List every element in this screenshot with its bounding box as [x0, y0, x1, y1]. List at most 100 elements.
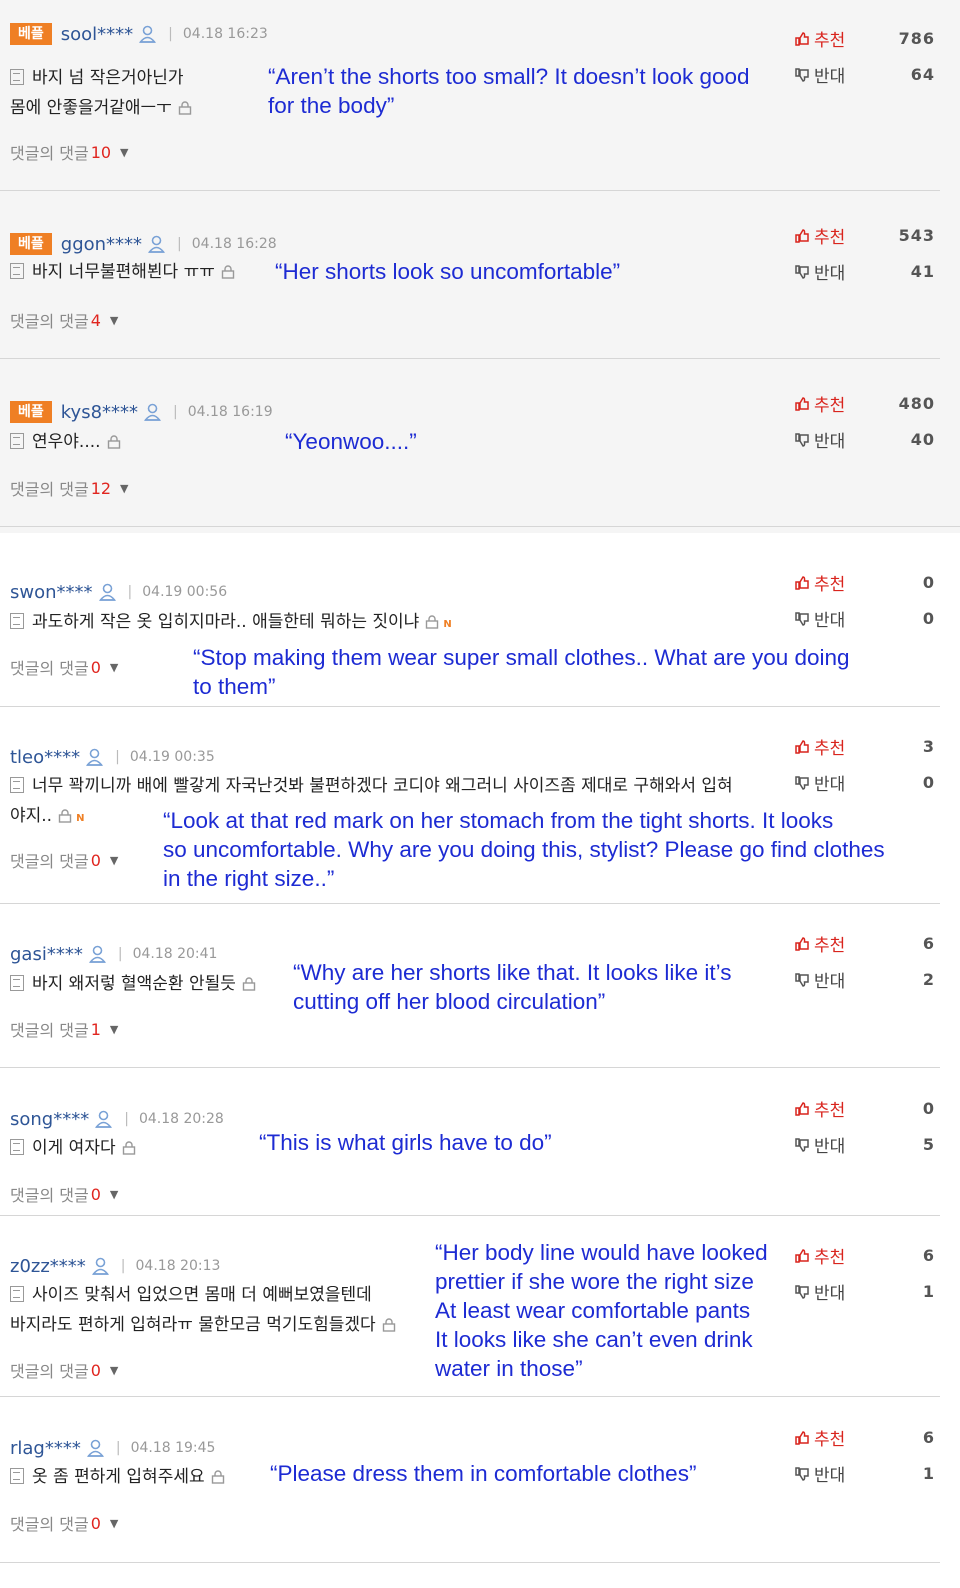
oppose-button[interactable]: 반대 1	[795, 1461, 935, 1486]
translation-line: water in those”	[435, 1356, 583, 1381]
replies-label: 댓글의 댓글	[10, 1515, 89, 1534]
translation-line: cutting off her blood circulation”	[293, 989, 606, 1014]
thumbs-down-icon	[795, 1284, 809, 1299]
username[interactable]: swon****	[10, 582, 93, 603]
recommend-count: 6	[922, 933, 935, 953]
oppose-button[interactable]: 반대 5	[795, 1132, 935, 1157]
replies-label: 댓글의 댓글	[10, 480, 89, 499]
report-icon[interactable]	[425, 609, 439, 629]
recommend-button[interactable]: 추천 6	[795, 1243, 935, 1268]
divider: |	[127, 584, 133, 600]
oppose-button[interactable]: 반대 64	[795, 62, 935, 87]
username[interactable]: rlag****	[10, 1438, 81, 1459]
comment-header: gasi**** | 04.18 20:41	[10, 942, 217, 966]
username[interactable]: z0zz****	[10, 1256, 86, 1277]
comment-text-line: 몸에 안좋을거같애ㅡㅜ	[10, 98, 172, 118]
thumbs-up-icon	[795, 396, 809, 411]
oppose-label: 반대	[814, 971, 846, 992]
report-icon[interactable]	[211, 1464, 225, 1484]
translation-text: “Aren’t the shorts too small? It doesn’t…	[268, 62, 750, 120]
oppose-label: 반대	[814, 774, 846, 795]
comment-divider	[0, 190, 940, 191]
recommend-label: 추천	[814, 1429, 846, 1450]
oppose-button[interactable]: 반대 1	[795, 1279, 935, 1304]
translation-text: “Look at that red mark on her stomach fr…	[163, 806, 885, 893]
comment-divider	[0, 1396, 940, 1397]
recommend-button[interactable]: 추천 3	[795, 734, 935, 759]
comment-text-line: 과도하게 작은 옷 입히지마라.. 애들한테 뭐하는 짓이냐	[32, 612, 420, 632]
recommend-button[interactable]: 추천 480	[795, 391, 935, 416]
oppose-button[interactable]: 반대 0	[795, 770, 935, 795]
user-profile-icon[interactable]	[143, 403, 162, 421]
replies-toggle[interactable]: 댓글의 댓글 1 ▼	[10, 1017, 118, 1041]
oppose-button[interactable]: 반대 41	[795, 259, 935, 284]
recommend-button[interactable]: 추천 6	[795, 1425, 935, 1450]
oppose-button[interactable]: 반대 0	[795, 606, 935, 631]
recommend-button[interactable]: 추천 786	[795, 26, 935, 51]
comment-text-line: 이게 여자다	[32, 1138, 116, 1158]
oppose-label: 반대	[814, 1136, 846, 1157]
replies-count: 0	[90, 1513, 101, 1533]
replies-toggle[interactable]: 댓글의 댓글 0 ▼	[10, 1358, 118, 1382]
oppose-count: 0	[922, 608, 935, 628]
replies-toggle[interactable]: 댓글의 댓글 0 ▼	[10, 1511, 118, 1535]
replies-count: 0	[90, 850, 101, 870]
user-profile-icon[interactable]	[98, 583, 116, 601]
oppose-button[interactable]: 반대 40	[795, 427, 935, 452]
report-icon[interactable]	[242, 971, 256, 991]
comment-text-line: 바지 왜저렇 혈액순환 안될듯	[32, 974, 236, 994]
comment-text-line: 연우야....	[32, 432, 101, 452]
comment-header: z0zz**** | 04.18 20:13	[10, 1254, 220, 1278]
username[interactable]: song****	[10, 1109, 89, 1130]
replies-count: 4	[90, 310, 101, 330]
user-profile-icon[interactable]	[139, 25, 157, 43]
report-icon[interactable]	[221, 259, 235, 279]
replies-toggle[interactable]: 댓글의 댓글 4 ▼	[10, 308, 118, 332]
chevron-down-icon: ▼	[109, 1363, 119, 1377]
comment-divider	[0, 1067, 940, 1068]
username[interactable]: kys8****	[61, 402, 138, 423]
comment-text: 과도하게 작은 옷 입히지마라.. 애들한테 뭐하는 짓이냐 N	[10, 607, 570, 640]
replies-toggle[interactable]: 댓글의 댓글 0 ▼	[10, 848, 118, 872]
report-icon[interactable]	[122, 1135, 136, 1155]
divider: |	[115, 1440, 121, 1456]
report-icon[interactable]	[107, 429, 121, 449]
recommend-button[interactable]: 추천 0	[795, 1096, 935, 1121]
username[interactable]: tleo****	[10, 747, 80, 768]
translation-text: “Stop making them wear super small cloth…	[193, 643, 850, 701]
recommend-button[interactable]: 추천 6	[795, 931, 935, 956]
user-profile-icon[interactable]	[88, 945, 106, 963]
chevron-down-icon: ▼	[109, 1022, 119, 1036]
comment-text-line: 바지 넘 작은거아닌가	[32, 68, 184, 88]
user-profile-icon[interactable]	[147, 235, 166, 253]
replies-toggle[interactable]: 댓글의 댓글 12 ▼	[10, 476, 129, 500]
comment-text-line: 옷 좀 편하게 입혀주세요	[32, 1467, 205, 1487]
replies-toggle[interactable]: 댓글의 댓글 0 ▼	[10, 1182, 118, 1206]
recommend-count: 0	[922, 1098, 935, 1118]
translation-text: “Yeonwoo....”	[285, 427, 417, 456]
replies-count: 1	[90, 1019, 101, 1039]
oppose-button[interactable]: 반대 2	[795, 967, 935, 992]
replies-toggle[interactable]: 댓글의 댓글 10 ▼	[10, 140, 129, 164]
report-icon[interactable]	[178, 95, 192, 115]
recommend-button[interactable]: 추천 0	[795, 570, 935, 595]
user-profile-icon[interactable]	[86, 748, 104, 766]
oppose-count: 0	[922, 772, 935, 792]
report-icon[interactable]	[58, 803, 72, 823]
replies-count: 10	[90, 142, 112, 162]
thumbs-down-icon	[795, 1137, 809, 1152]
replies-toggle[interactable]: 댓글의 댓글 0 ▼	[10, 655, 118, 679]
user-profile-icon[interactable]	[95, 1110, 113, 1128]
username[interactable]: sool****	[61, 24, 133, 45]
report-icon[interactable]	[382, 1312, 396, 1332]
recommend-button[interactable]: 추천 543	[795, 223, 935, 248]
username[interactable]: ggon****	[61, 234, 142, 255]
translation-text: “Why are her shorts like that. It looks …	[293, 958, 732, 1016]
replies-count: 0	[90, 657, 101, 677]
comment-divider	[0, 358, 940, 359]
user-profile-icon[interactable]	[91, 1257, 109, 1275]
replies-label: 댓글의 댓글	[10, 659, 89, 678]
user-profile-icon[interactable]	[86, 1439, 104, 1457]
username[interactable]: gasi****	[10, 944, 83, 965]
recommend-count: 6	[922, 1245, 935, 1265]
